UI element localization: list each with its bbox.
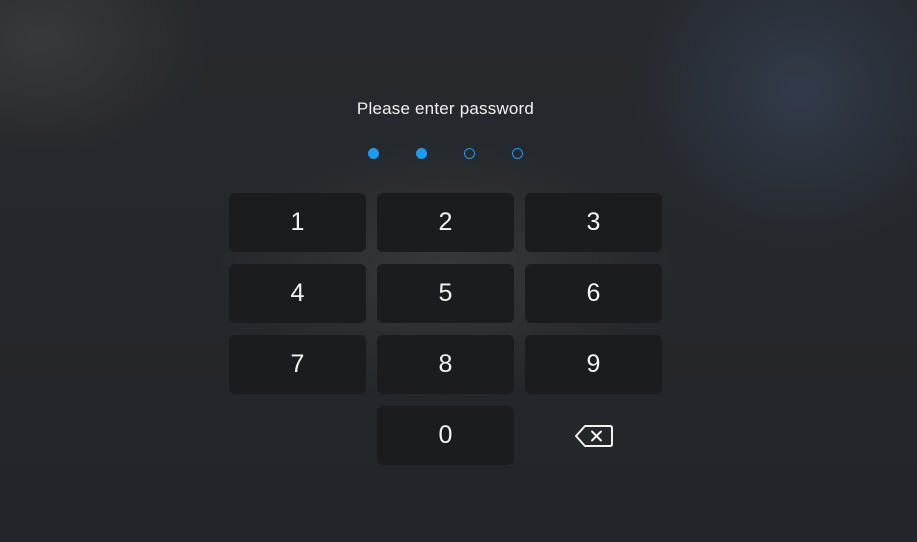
backspace-button[interactable] <box>525 406 662 465</box>
keypad-key-2[interactable]: 2 <box>377 193 514 252</box>
pin-dot-1 <box>368 148 379 159</box>
pin-dot-4 <box>512 148 523 159</box>
pin-dot-2 <box>416 148 427 159</box>
keypad-key-7[interactable]: 7 <box>229 335 366 394</box>
keypad-key-9[interactable]: 9 <box>525 335 662 394</box>
keypad-key-5[interactable]: 5 <box>377 264 514 323</box>
keypad-key-1[interactable]: 1 <box>229 193 366 252</box>
pin-dot-3 <box>464 148 475 159</box>
keypad-key-4[interactable]: 4 <box>229 264 366 323</box>
password-prompt-title: Please enter password <box>356 99 535 118</box>
keypad-key-0[interactable]: 0 <box>377 406 514 465</box>
keypad-key-8[interactable]: 8 <box>377 335 514 394</box>
keypad-key-6[interactable]: 6 <box>525 264 662 323</box>
keypad-key-3[interactable]: 3 <box>525 193 662 252</box>
backspace-icon <box>574 424 613 447</box>
